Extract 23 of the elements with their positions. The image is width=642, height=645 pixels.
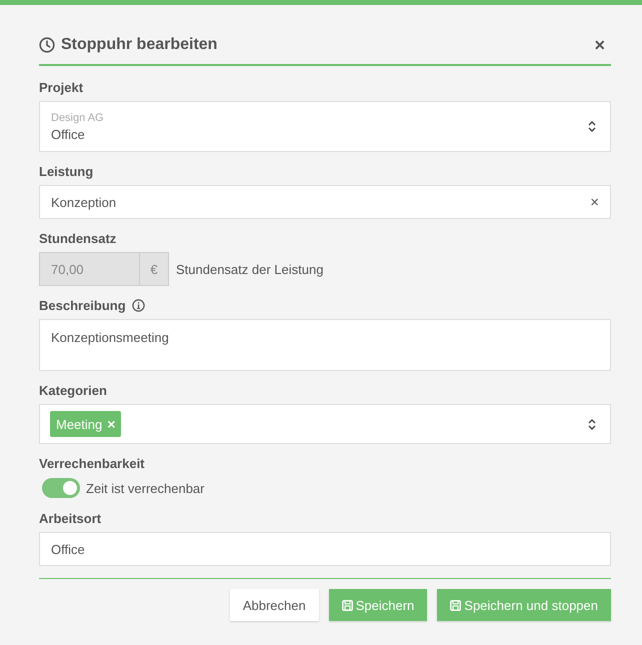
- close-button[interactable]: ×: [588, 34, 611, 56]
- rate-hint: Stundensatz der Leistung: [176, 262, 324, 276]
- input-field[interactable]: Konzeption ×: [39, 185, 611, 219]
- clear-button[interactable]: ×: [590, 194, 599, 210]
- clock-icon: [39, 37, 55, 53]
- sort-arrows-icon: [588, 121, 596, 132]
- field-label: Leistung: [39, 164, 94, 178]
- cancel-button[interactable]: Abbrechen: [230, 589, 319, 621]
- input-field[interactable]: Office: [39, 532, 611, 566]
- tag-label: Meeting: [56, 416, 102, 432]
- field-label: Stundensatz: [39, 230, 116, 246]
- field-label: Beschreibung: [39, 298, 126, 312]
- sort-arrows-icon: [588, 418, 596, 430]
- toggle-label: Zeit ist verrechenbar: [86, 480, 204, 496]
- description-field[interactable]: Konzeptionsmeeting: [39, 319, 611, 371]
- currency-addon: €: [139, 253, 168, 285]
- dialog-title: Stoppuhr bearbeiten: [61, 36, 218, 54]
- field-label: Kategorien: [39, 382, 107, 398]
- field-label: Verrechenbarkeit: [39, 456, 145, 470]
- field-label: Projekt: [39, 80, 84, 94]
- billable-toggle[interactable]: [42, 478, 80, 498]
- field-label: Arbeitsort: [39, 510, 102, 526]
- project-select[interactable]: Design AG Office: [39, 101, 611, 152]
